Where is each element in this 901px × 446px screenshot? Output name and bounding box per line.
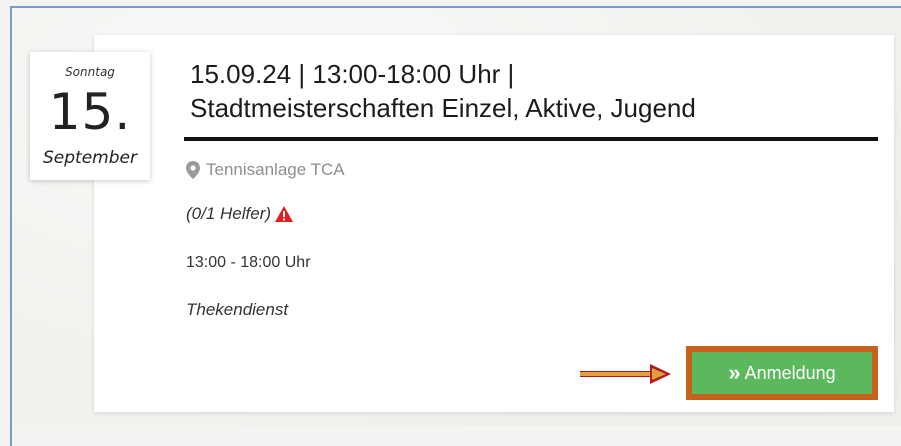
double-chevron-right-icon: » — [728, 360, 740, 385]
event-duty: Thekendienst — [186, 300, 289, 319]
warning-triangle-icon — [275, 206, 294, 222]
event-title-line1: 15.09.24 | 13:00-18:00 Uhr | — [190, 59, 515, 89]
helper-count: (0/1 Helfer) — [186, 204, 272, 223]
event-title-line2: Stadtmeisterschaften Einzel, Aktive, Jug… — [190, 93, 696, 123]
map-pin-icon — [186, 161, 200, 179]
date-day: 15. — [48, 83, 132, 141]
date-month: September — [43, 148, 137, 168]
register-button-label: Anmeldung — [744, 362, 836, 383]
date-badge: Sonntag 15. September — [30, 52, 150, 180]
register-button[interactable]: » Anmeldung — [692, 352, 872, 394]
helper-status: (0/1 Helfer) — [186, 204, 294, 224]
event-location: Tennisanlage TCA — [186, 160, 345, 180]
register-button-highlight: » Anmeldung — [686, 346, 878, 400]
event-title: 15.09.24 | 13:00-18:00 Uhr | Stadtmeiste… — [190, 57, 870, 125]
location-label: Tennisanlage TCA — [206, 160, 345, 179]
arrow-right-icon — [580, 364, 671, 384]
title-divider — [184, 137, 878, 141]
date-weekday: Sonntag — [65, 65, 115, 79]
event-time: 13:00 - 18:00 Uhr — [186, 254, 311, 271]
